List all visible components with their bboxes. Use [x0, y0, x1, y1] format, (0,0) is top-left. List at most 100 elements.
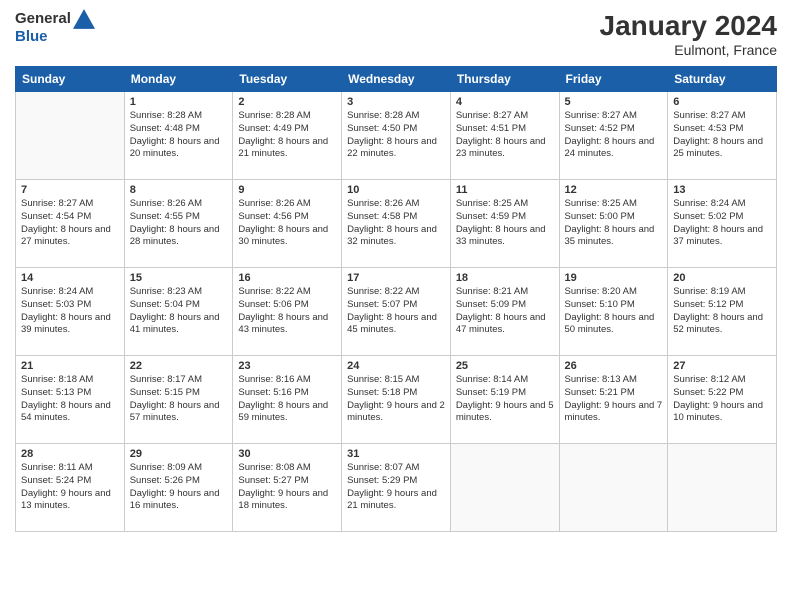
calendar-cell: 28 Sunrise: 8:11 AMSunset: 5:24 PMDaylig… — [16, 444, 125, 532]
day-info: Sunrise: 8:27 AMSunset: 4:51 PMDaylight:… — [456, 110, 554, 161]
day-info: Sunrise: 8:08 AMSunset: 5:27 PMDaylight:… — [238, 462, 336, 513]
day-info: Sunrise: 8:18 AMSunset: 5:13 PMDaylight:… — [21, 374, 119, 425]
day-number: 11 — [456, 184, 554, 196]
day-number: 29 — [130, 448, 228, 460]
day-info: Sunrise: 8:24 AMSunset: 5:02 PMDaylight:… — [673, 198, 771, 249]
calendar-week-row: 14 Sunrise: 8:24 AMSunset: 5:03 PMDaylig… — [16, 268, 777, 356]
calendar-cell: 23 Sunrise: 8:16 AMSunset: 5:16 PMDaylig… — [233, 356, 342, 444]
day-info: Sunrise: 8:15 AMSunset: 5:18 PMDaylight:… — [347, 374, 445, 425]
day-number: 9 — [238, 184, 336, 196]
day-info: Sunrise: 8:25 AMSunset: 4:59 PMDaylight:… — [456, 198, 554, 249]
calendar-cell: 6 Sunrise: 8:27 AMSunset: 4:53 PMDayligh… — [668, 92, 777, 180]
day-number: 25 — [456, 360, 554, 372]
day-info: Sunrise: 8:28 AMSunset: 4:50 PMDaylight:… — [347, 110, 445, 161]
day-number: 3 — [347, 96, 445, 108]
day-info: Sunrise: 8:26 AMSunset: 4:56 PMDaylight:… — [238, 198, 336, 249]
calendar-cell: 5 Sunrise: 8:27 AMSunset: 4:52 PMDayligh… — [559, 92, 668, 180]
day-info: Sunrise: 8:17 AMSunset: 5:15 PMDaylight:… — [130, 374, 228, 425]
calendar-cell: 10 Sunrise: 8:26 AMSunset: 4:58 PMDaylig… — [342, 180, 451, 268]
calendar-cell: 1 Sunrise: 8:28 AMSunset: 4:48 PMDayligh… — [124, 92, 233, 180]
calendar-cell: 13 Sunrise: 8:24 AMSunset: 5:02 PMDaylig… — [668, 180, 777, 268]
day-info: Sunrise: 8:24 AMSunset: 5:03 PMDaylight:… — [21, 286, 119, 337]
calendar-cell — [668, 444, 777, 532]
header-monday: Monday — [124, 67, 233, 92]
day-info: Sunrise: 8:11 AMSunset: 5:24 PMDaylight:… — [21, 462, 119, 513]
calendar-cell: 16 Sunrise: 8:22 AMSunset: 5:06 PMDaylig… — [233, 268, 342, 356]
day-info: Sunrise: 8:19 AMSunset: 5:12 PMDaylight:… — [673, 286, 771, 337]
calendar-week-row: 7 Sunrise: 8:27 AMSunset: 4:54 PMDayligh… — [16, 180, 777, 268]
day-number: 23 — [238, 360, 336, 372]
calendar-cell: 15 Sunrise: 8:23 AMSunset: 5:04 PMDaylig… — [124, 268, 233, 356]
logo: General Blue — [15, 10, 95, 46]
day-info: Sunrise: 8:22 AMSunset: 5:07 PMDaylight:… — [347, 286, 445, 337]
calendar-cell — [16, 92, 125, 180]
day-number: 21 — [21, 360, 119, 372]
title-section: January 2024 Eulmont, France — [600, 10, 777, 58]
day-number: 10 — [347, 184, 445, 196]
calendar-cell — [450, 444, 559, 532]
calendar-cell: 2 Sunrise: 8:28 AMSunset: 4:49 PMDayligh… — [233, 92, 342, 180]
calendar-cell: 14 Sunrise: 8:24 AMSunset: 5:03 PMDaylig… — [16, 268, 125, 356]
calendar-cell: 30 Sunrise: 8:08 AMSunset: 5:27 PMDaylig… — [233, 444, 342, 532]
calendar-cell: 31 Sunrise: 8:07 AMSunset: 5:29 PMDaylig… — [342, 444, 451, 532]
header: General Blue January 2024 Eulmont, Franc… — [15, 10, 777, 58]
day-number: 30 — [238, 448, 336, 460]
calendar-header-row: Sunday Monday Tuesday Wednesday Thursday… — [16, 67, 777, 92]
calendar-week-row: 1 Sunrise: 8:28 AMSunset: 4:48 PMDayligh… — [16, 92, 777, 180]
header-sunday: Sunday — [16, 67, 125, 92]
day-info: Sunrise: 8:23 AMSunset: 5:04 PMDaylight:… — [130, 286, 228, 337]
day-number: 5 — [565, 96, 663, 108]
day-info: Sunrise: 8:21 AMSunset: 5:09 PMDaylight:… — [456, 286, 554, 337]
day-info: Sunrise: 8:12 AMSunset: 5:22 PMDaylight:… — [673, 374, 771, 425]
day-number: 7 — [21, 184, 119, 196]
calendar-cell: 4 Sunrise: 8:27 AMSunset: 4:51 PMDayligh… — [450, 92, 559, 180]
day-info: Sunrise: 8:20 AMSunset: 5:10 PMDaylight:… — [565, 286, 663, 337]
day-number: 20 — [673, 272, 771, 284]
location: Eulmont, France — [600, 42, 777, 58]
header-tuesday: Tuesday — [233, 67, 342, 92]
calendar-cell: 9 Sunrise: 8:26 AMSunset: 4:56 PMDayligh… — [233, 180, 342, 268]
calendar-cell: 18 Sunrise: 8:21 AMSunset: 5:09 PMDaylig… — [450, 268, 559, 356]
calendar-cell: 26 Sunrise: 8:13 AMSunset: 5:21 PMDaylig… — [559, 356, 668, 444]
day-number: 1 — [130, 96, 228, 108]
day-number: 19 — [565, 272, 663, 284]
calendar-cell: 24 Sunrise: 8:15 AMSunset: 5:18 PMDaylig… — [342, 356, 451, 444]
header-saturday: Saturday — [668, 67, 777, 92]
day-number: 2 — [238, 96, 336, 108]
day-number: 15 — [130, 272, 228, 284]
day-info: Sunrise: 8:27 AMSunset: 4:53 PMDaylight:… — [673, 110, 771, 161]
day-number: 6 — [673, 96, 771, 108]
day-number: 28 — [21, 448, 119, 460]
calendar-week-row: 28 Sunrise: 8:11 AMSunset: 5:24 PMDaylig… — [16, 444, 777, 532]
day-number: 4 — [456, 96, 554, 108]
day-info: Sunrise: 8:14 AMSunset: 5:19 PMDaylight:… — [456, 374, 554, 425]
calendar-cell: 7 Sunrise: 8:27 AMSunset: 4:54 PMDayligh… — [16, 180, 125, 268]
calendar-cell: 3 Sunrise: 8:28 AMSunset: 4:50 PMDayligh… — [342, 92, 451, 180]
day-number: 12 — [565, 184, 663, 196]
calendar-cell: 12 Sunrise: 8:25 AMSunset: 5:00 PMDaylig… — [559, 180, 668, 268]
day-info: Sunrise: 8:07 AMSunset: 5:29 PMDaylight:… — [347, 462, 445, 513]
calendar-cell — [559, 444, 668, 532]
day-number: 26 — [565, 360, 663, 372]
day-number: 22 — [130, 360, 228, 372]
day-number: 17 — [347, 272, 445, 284]
day-info: Sunrise: 8:25 AMSunset: 5:00 PMDaylight:… — [565, 198, 663, 249]
day-number: 31 — [347, 448, 445, 460]
day-info: Sunrise: 8:28 AMSunset: 4:48 PMDaylight:… — [130, 110, 228, 161]
calendar-cell: 21 Sunrise: 8:18 AMSunset: 5:13 PMDaylig… — [16, 356, 125, 444]
calendar-cell: 29 Sunrise: 8:09 AMSunset: 5:26 PMDaylig… — [124, 444, 233, 532]
day-info: Sunrise: 8:13 AMSunset: 5:21 PMDaylight:… — [565, 374, 663, 425]
page: General Blue January 2024 Eulmont, Franc… — [0, 0, 792, 612]
calendar-cell: 27 Sunrise: 8:12 AMSunset: 5:22 PMDaylig… — [668, 356, 777, 444]
day-info: Sunrise: 8:26 AMSunset: 4:55 PMDaylight:… — [130, 198, 228, 249]
day-number: 18 — [456, 272, 554, 284]
day-info: Sunrise: 8:16 AMSunset: 5:16 PMDaylight:… — [238, 374, 336, 425]
day-number: 16 — [238, 272, 336, 284]
month-title: January 2024 — [600, 10, 777, 42]
calendar-table: Sunday Monday Tuesday Wednesday Thursday… — [15, 66, 777, 532]
calendar-cell: 17 Sunrise: 8:22 AMSunset: 5:07 PMDaylig… — [342, 268, 451, 356]
header-wednesday: Wednesday — [342, 67, 451, 92]
day-info: Sunrise: 8:27 AMSunset: 4:54 PMDaylight:… — [21, 198, 119, 249]
calendar-cell: 19 Sunrise: 8:20 AMSunset: 5:10 PMDaylig… — [559, 268, 668, 356]
day-info: Sunrise: 8:28 AMSunset: 4:49 PMDaylight:… — [238, 110, 336, 161]
